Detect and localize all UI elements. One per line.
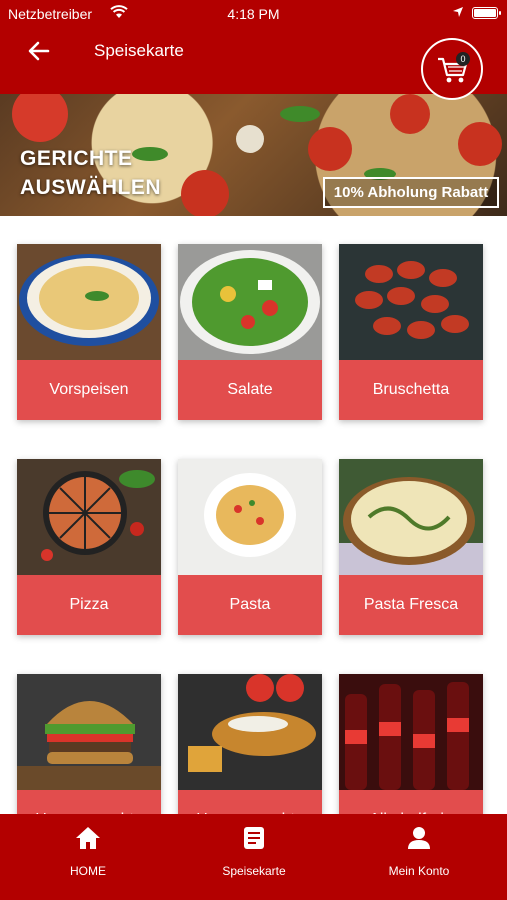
- category-label: Pasta Fresca: [339, 575, 483, 635]
- bruschetta-photo: [339, 244, 483, 360]
- back-arrow-icon[interactable]: [24, 36, 54, 66]
- pasta-photo: [178, 459, 322, 575]
- nav-home-label: HOME: [70, 864, 106, 878]
- hero-heading-text: GERICHTE AUSWÄHLEN: [20, 147, 161, 199]
- category-card-vorspeisen[interactable]: Vorspeisen: [17, 244, 161, 420]
- category-label: Alkoholfreie: [339, 790, 483, 814]
- category-label: Hausgemachte: [17, 790, 161, 814]
- category-card-hausgemachte-burger[interactable]: Hausgemachte: [17, 674, 161, 814]
- home-icon: [76, 827, 100, 849]
- category-label: Vorspeisen: [17, 360, 161, 420]
- category-label: Bruschetta: [339, 360, 483, 420]
- nav-account-label: Mein Konto: [388, 864, 450, 878]
- category-card-pizza[interactable]: Pizza: [17, 459, 161, 635]
- nav-home[interactable]: HOME: [13, 826, 163, 878]
- hero-heading: GERICHTE AUSWÄHLEN: [20, 144, 161, 202]
- tortellini-photo: [17, 244, 161, 360]
- category-label: Salate: [178, 360, 322, 420]
- status-bar: Netzbetreiber 4:18 PM: [0, 0, 507, 28]
- category-card-pasta[interactable]: Pasta: [178, 459, 322, 635]
- menu-list-icon: [244, 827, 264, 849]
- battery-icon: [472, 7, 501, 19]
- nav-speisekarte-label: Speisekarte: [222, 864, 286, 878]
- cola-bottles-photo: [339, 674, 483, 790]
- user-icon: [408, 827, 430, 849]
- salad-photo: [178, 244, 322, 360]
- burger-photo: [17, 674, 161, 790]
- category-label: Hausgemachte: [178, 790, 322, 814]
- nav-account[interactable]: Mein Konto: [344, 826, 494, 878]
- bottom-nav: HOME Speisekarte Mein Konto: [0, 814, 507, 900]
- location-arrow-icon: [453, 7, 463, 17]
- hero-banner: GERICHTE AUSWÄHLEN 10% Abholung Rabatt: [0, 94, 507, 216]
- category-label: Pizza: [17, 575, 161, 635]
- category-card-alkoholfreie[interactable]: Alkoholfreie: [339, 674, 483, 814]
- category-card-salate[interactable]: Salate: [178, 244, 322, 420]
- clock: 4:18 PM: [227, 6, 280, 22]
- pizza-photo: [17, 459, 161, 575]
- cart-button[interactable]: 0: [421, 38, 483, 100]
- category-grid: Vorspeisen Salate Bruschetta Pizza Pasta…: [0, 216, 507, 814]
- category-card-pasta-fresca[interactable]: Pasta Fresca: [339, 459, 483, 635]
- promo-badge: 10% Abholung Rabatt: [323, 177, 499, 208]
- category-card-hausgemachte-schnitzel[interactable]: Hausgemachte: [178, 674, 322, 814]
- pasta-fresca-photo: [339, 459, 483, 575]
- schnitzel-photo: [178, 674, 322, 790]
- page-title: Speisekarte: [94, 41, 184, 60]
- nav-speisekarte[interactable]: Speisekarte: [179, 826, 329, 878]
- cart-count-badge: 0: [456, 52, 470, 66]
- category-label: Pasta: [178, 575, 322, 635]
- category-card-bruschetta[interactable]: Bruschetta: [339, 244, 483, 420]
